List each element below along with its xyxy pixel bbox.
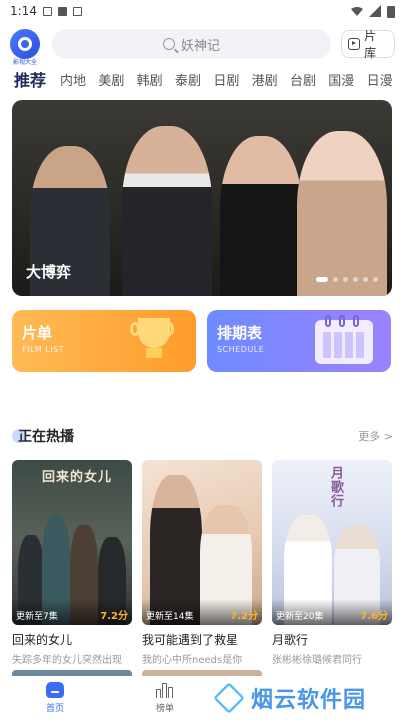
library-button[interactable]: 片库 <box>341 29 395 60</box>
tab-taiwan-drama[interactable]: 台剧 <box>290 70 328 89</box>
episode-label: 更新至14集 <box>146 612 194 622</box>
schedule-card[interactable]: 排期表 SCHEDULE <box>207 310 391 372</box>
trophy-base <box>146 348 162 358</box>
watermark-text: 烟云软件园 <box>251 688 367 713</box>
show-poster: 月歌行 更新至20集 7.6分 <box>272 460 392 625</box>
score-label: 7.2分 <box>230 611 258 622</box>
top-header: 影视大全 妖神记 片库 <box>0 24 405 66</box>
nav-home[interactable]: 首页 <box>0 676 110 720</box>
tab-hk-drama[interactable]: 港剧 <box>252 70 290 89</box>
logo-play-icon <box>17 37 32 51</box>
calendar-icon <box>315 315 373 364</box>
calendar-ring <box>325 315 331 327</box>
category-tabs: 推荐 内地 美剧 韩剧 泰剧 日剧 港剧 台剧 国漫 日漫 <box>0 64 405 94</box>
notification-icon <box>42 6 52 16</box>
score-label: 7.6分 <box>360 611 388 622</box>
status-left: 1:14 <box>10 4 82 18</box>
rank-bar <box>168 687 173 698</box>
tab-japanese-anime[interactable]: 日漫 <box>367 70 405 89</box>
nav-rank-label: 榜单 <box>155 704 174 714</box>
trophy-icon <box>128 318 180 364</box>
score-label: 7.2分 <box>100 611 128 622</box>
rank-bar <box>156 689 161 698</box>
poster-title: 月歌行 <box>328 466 343 508</box>
tab-recommend[interactable]: 推荐 <box>14 67 60 91</box>
pagination-dot[interactable] <box>363 277 368 282</box>
image-notification-icon <box>57 6 67 16</box>
pagination-dot[interactable] <box>373 277 378 282</box>
signal-icon <box>369 5 381 17</box>
calendar-ring <box>353 315 359 327</box>
search-icon <box>162 38 175 50</box>
wifi-icon <box>351 7 363 16</box>
section-accent-icon <box>12 429 26 443</box>
show-card[interactable]: 更新至14集 7.2分 我可能遇到了救星 我的心中所needs是你 <box>142 460 262 666</box>
library-label: 片库 <box>364 29 377 60</box>
watermark-cube-icon <box>213 682 245 714</box>
episode-label: 更新至20集 <box>276 612 324 622</box>
calendar-grid <box>323 332 365 358</box>
show-desc: 我的心中所needs是你 <box>142 655 243 666</box>
banner-figure <box>220 136 302 296</box>
tab-thai-drama[interactable]: 泰剧 <box>175 70 213 89</box>
show-card[interactable]: 回来的女儿 更新至7集 7.2分 回来的女儿 失踪多年的女儿突然出现 <box>12 460 132 666</box>
calendar-ring <box>339 315 345 327</box>
pagination-dot[interactable] <box>343 277 348 282</box>
status-bar: 1:14 <box>0 0 405 22</box>
film-list-card[interactable]: 片单 FILM LIST <box>12 310 196 372</box>
search-placeholder: 妖神记 <box>180 38 220 54</box>
search-input[interactable]: 妖神记 <box>51 29 332 59</box>
banner-figure <box>122 126 212 296</box>
pagination-dot[interactable] <box>333 277 338 282</box>
tab-mainland[interactable]: 内地 <box>60 70 98 89</box>
rank-icon <box>156 682 174 698</box>
app-notification-icon <box>72 6 82 16</box>
episode-label: 更新至7集 <box>16 612 58 622</box>
tab-chinese-anime[interactable]: 国漫 <box>328 70 366 89</box>
banner-figure <box>297 131 387 296</box>
show-name: 月歌行 <box>272 633 309 647</box>
poster-title: 回来的女儿 <box>42 470 113 485</box>
show-card[interactable]: 月歌行 更新至20集 7.6分 月歌行 张彬彬徐璐候君同行 <box>272 460 392 666</box>
now-playing-header: 正在热播 更多 > <box>12 424 393 448</box>
tab-us-drama[interactable]: 美剧 <box>98 70 136 89</box>
show-name: 回来的女儿 <box>12 633 73 647</box>
pagination-dot[interactable] <box>353 277 358 282</box>
show-name: 我可能遇到了救星 <box>142 633 239 647</box>
pagination-dot[interactable] <box>316 277 328 282</box>
show-poster: 更新至14集 7.2分 <box>142 460 262 625</box>
show-poster: 回来的女儿 更新至7集 7.2分 <box>12 460 132 625</box>
nav-rank[interactable]: 榜单 <box>110 676 220 720</box>
nav-home-label: 首页 <box>45 704 64 714</box>
rank-bar <box>162 683 167 698</box>
status-right <box>351 5 395 18</box>
home-icon <box>46 682 64 698</box>
show-desc: 张彬彬徐璐候君同行 <box>272 655 362 666</box>
status-time: 1:14 <box>10 4 37 18</box>
battery-icon <box>387 5 395 18</box>
section-title: 正在热播 <box>18 429 74 445</box>
library-icon <box>348 38 361 50</box>
banner-pagination <box>316 277 378 282</box>
more-link[interactable]: 更多 > <box>358 428 393 444</box>
app-logo[interactable]: 影视大全 <box>10 29 40 66</box>
tab-korean-drama[interactable]: 韩剧 <box>137 70 175 89</box>
show-desc: 失踪多年的女儿突然出现 <box>12 655 122 666</box>
tab-japanese-drama[interactable]: 日剧 <box>213 70 251 89</box>
hero-banner[interactable]: 大博弈 <box>12 100 392 296</box>
watermark: 烟云软件园 <box>213 676 405 720</box>
banner-title: 大博弈 <box>26 263 72 281</box>
trophy-cup <box>138 318 170 348</box>
